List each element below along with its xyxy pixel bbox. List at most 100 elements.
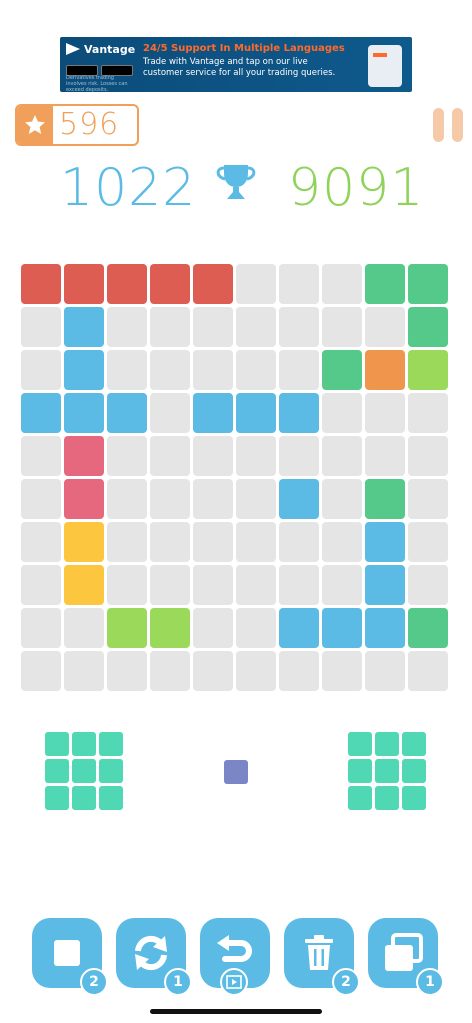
board-cell-empty[interactable]	[150, 307, 190, 347]
pause-button[interactable]	[433, 108, 463, 142]
board-cell-empty[interactable]	[322, 479, 362, 519]
board-cell-filled[interactable]	[64, 479, 104, 519]
tray-piece-left[interactable]	[45, 732, 125, 812]
board-cell-empty[interactable]	[107, 565, 147, 605]
board-cell-filled[interactable]	[21, 264, 61, 304]
board-cell-empty[interactable]	[322, 651, 362, 691]
trash-button[interactable]: 2	[284, 918, 360, 996]
board-cell-filled[interactable]	[365, 608, 405, 648]
board-cell-empty[interactable]	[107, 350, 147, 390]
board-cell-filled[interactable]	[64, 522, 104, 562]
board-cell-filled[interactable]	[64, 307, 104, 347]
board-cell-empty[interactable]	[279, 307, 319, 347]
board-cell-filled[interactable]	[193, 264, 233, 304]
swap-button[interactable]: 1	[368, 918, 444, 996]
board-cell-filled[interactable]	[322, 350, 362, 390]
undo-button[interactable]	[200, 918, 270, 996]
board-cell-empty[interactable]	[107, 436, 147, 476]
board-cell-empty[interactable]	[236, 350, 276, 390]
board-cell-empty[interactable]	[193, 350, 233, 390]
board-cell-empty[interactable]	[193, 651, 233, 691]
board-cell-empty[interactable]	[322, 393, 362, 433]
board-cell-empty[interactable]	[279, 651, 319, 691]
board-cell-filled[interactable]	[64, 350, 104, 390]
board-cell-empty[interactable]	[279, 522, 319, 562]
board-cell-filled[interactable]	[279, 393, 319, 433]
board-cell-empty[interactable]	[279, 565, 319, 605]
board-cell-empty[interactable]	[236, 522, 276, 562]
board-cell-empty[interactable]	[193, 307, 233, 347]
board-cell-empty[interactable]	[193, 522, 233, 562]
board-cell-empty[interactable]	[365, 393, 405, 433]
board-cell-filled[interactable]	[365, 522, 405, 562]
board-cell-empty[interactable]	[236, 264, 276, 304]
board-cell-empty[interactable]	[408, 522, 448, 562]
board-cell-filled[interactable]	[150, 264, 190, 304]
board-cell-empty[interactable]	[21, 651, 61, 691]
board-cell-empty[interactable]	[107, 522, 147, 562]
ad-banner[interactable]: Vantage Derivatives trading involves ris…	[60, 37, 412, 92]
refresh-button[interactable]: 1	[116, 918, 192, 996]
board-cell-empty[interactable]	[193, 479, 233, 519]
board-cell-empty[interactable]	[150, 651, 190, 691]
board-cell-empty[interactable]	[21, 307, 61, 347]
board-cell-filled[interactable]	[279, 479, 319, 519]
board-cell-empty[interactable]	[150, 479, 190, 519]
board-cell-filled[interactable]	[193, 393, 233, 433]
board-cell-empty[interactable]	[236, 307, 276, 347]
board-cell-empty[interactable]	[236, 436, 276, 476]
board-cell-empty[interactable]	[408, 393, 448, 433]
board-cell-empty[interactable]	[64, 608, 104, 648]
board-cell-filled[interactable]	[365, 264, 405, 304]
tray-piece-middle[interactable]	[224, 760, 248, 784]
board-cell-empty[interactable]	[322, 565, 362, 605]
board-cell-empty[interactable]	[236, 651, 276, 691]
board-cell-empty[interactable]	[322, 307, 362, 347]
board-cell-empty[interactable]	[408, 436, 448, 476]
board-cell-empty[interactable]	[322, 522, 362, 562]
watch-video-badge[interactable]	[220, 968, 248, 996]
board-cell-filled[interactable]	[365, 479, 405, 519]
board-cell-empty[interactable]	[150, 565, 190, 605]
single-block-button[interactable]: 2	[32, 918, 108, 996]
board-cell-filled[interactable]	[107, 608, 147, 648]
board-cell-empty[interactable]	[193, 608, 233, 648]
board-cell-filled[interactable]	[107, 264, 147, 304]
board-cell-empty[interactable]	[279, 264, 319, 304]
board-cell-empty[interactable]	[150, 522, 190, 562]
board-cell-filled[interactable]	[408, 264, 448, 304]
board-cell-empty[interactable]	[365, 651, 405, 691]
board-cell-empty[interactable]	[236, 479, 276, 519]
board-cell-empty[interactable]	[365, 307, 405, 347]
board-cell-empty[interactable]	[408, 651, 448, 691]
board-cell-empty[interactable]	[150, 350, 190, 390]
board-cell-filled[interactable]	[279, 608, 319, 648]
board-cell-filled[interactable]	[408, 350, 448, 390]
board-cell-empty[interactable]	[21, 522, 61, 562]
board-cell-filled[interactable]	[64, 393, 104, 433]
home-indicator[interactable]	[150, 1009, 322, 1014]
board-cell-empty[interactable]	[193, 565, 233, 605]
board-cell-filled[interactable]	[236, 393, 276, 433]
board-cell-empty[interactable]	[64, 651, 104, 691]
board-cell-filled[interactable]	[365, 350, 405, 390]
board-cell-filled[interactable]	[408, 307, 448, 347]
board-cell-empty[interactable]	[21, 565, 61, 605]
board-cell-filled[interactable]	[150, 608, 190, 648]
board-cell-filled[interactable]	[21, 393, 61, 433]
board-cell-filled[interactable]	[408, 608, 448, 648]
board-cell-empty[interactable]	[322, 264, 362, 304]
board-cell-empty[interactable]	[408, 479, 448, 519]
board-cell-empty[interactable]	[107, 307, 147, 347]
board-cell-empty[interactable]	[279, 436, 319, 476]
board-cell-empty[interactable]	[408, 565, 448, 605]
board-cell-empty[interactable]	[236, 565, 276, 605]
board-cell-filled[interactable]	[322, 608, 362, 648]
board-cell-empty[interactable]	[150, 436, 190, 476]
board-cell-empty[interactable]	[107, 479, 147, 519]
board-cell-filled[interactable]	[64, 264, 104, 304]
board-cell-empty[interactable]	[193, 436, 233, 476]
board-cell-empty[interactable]	[236, 608, 276, 648]
board-cell-empty[interactable]	[150, 393, 190, 433]
tray-piece-right[interactable]	[348, 732, 428, 812]
